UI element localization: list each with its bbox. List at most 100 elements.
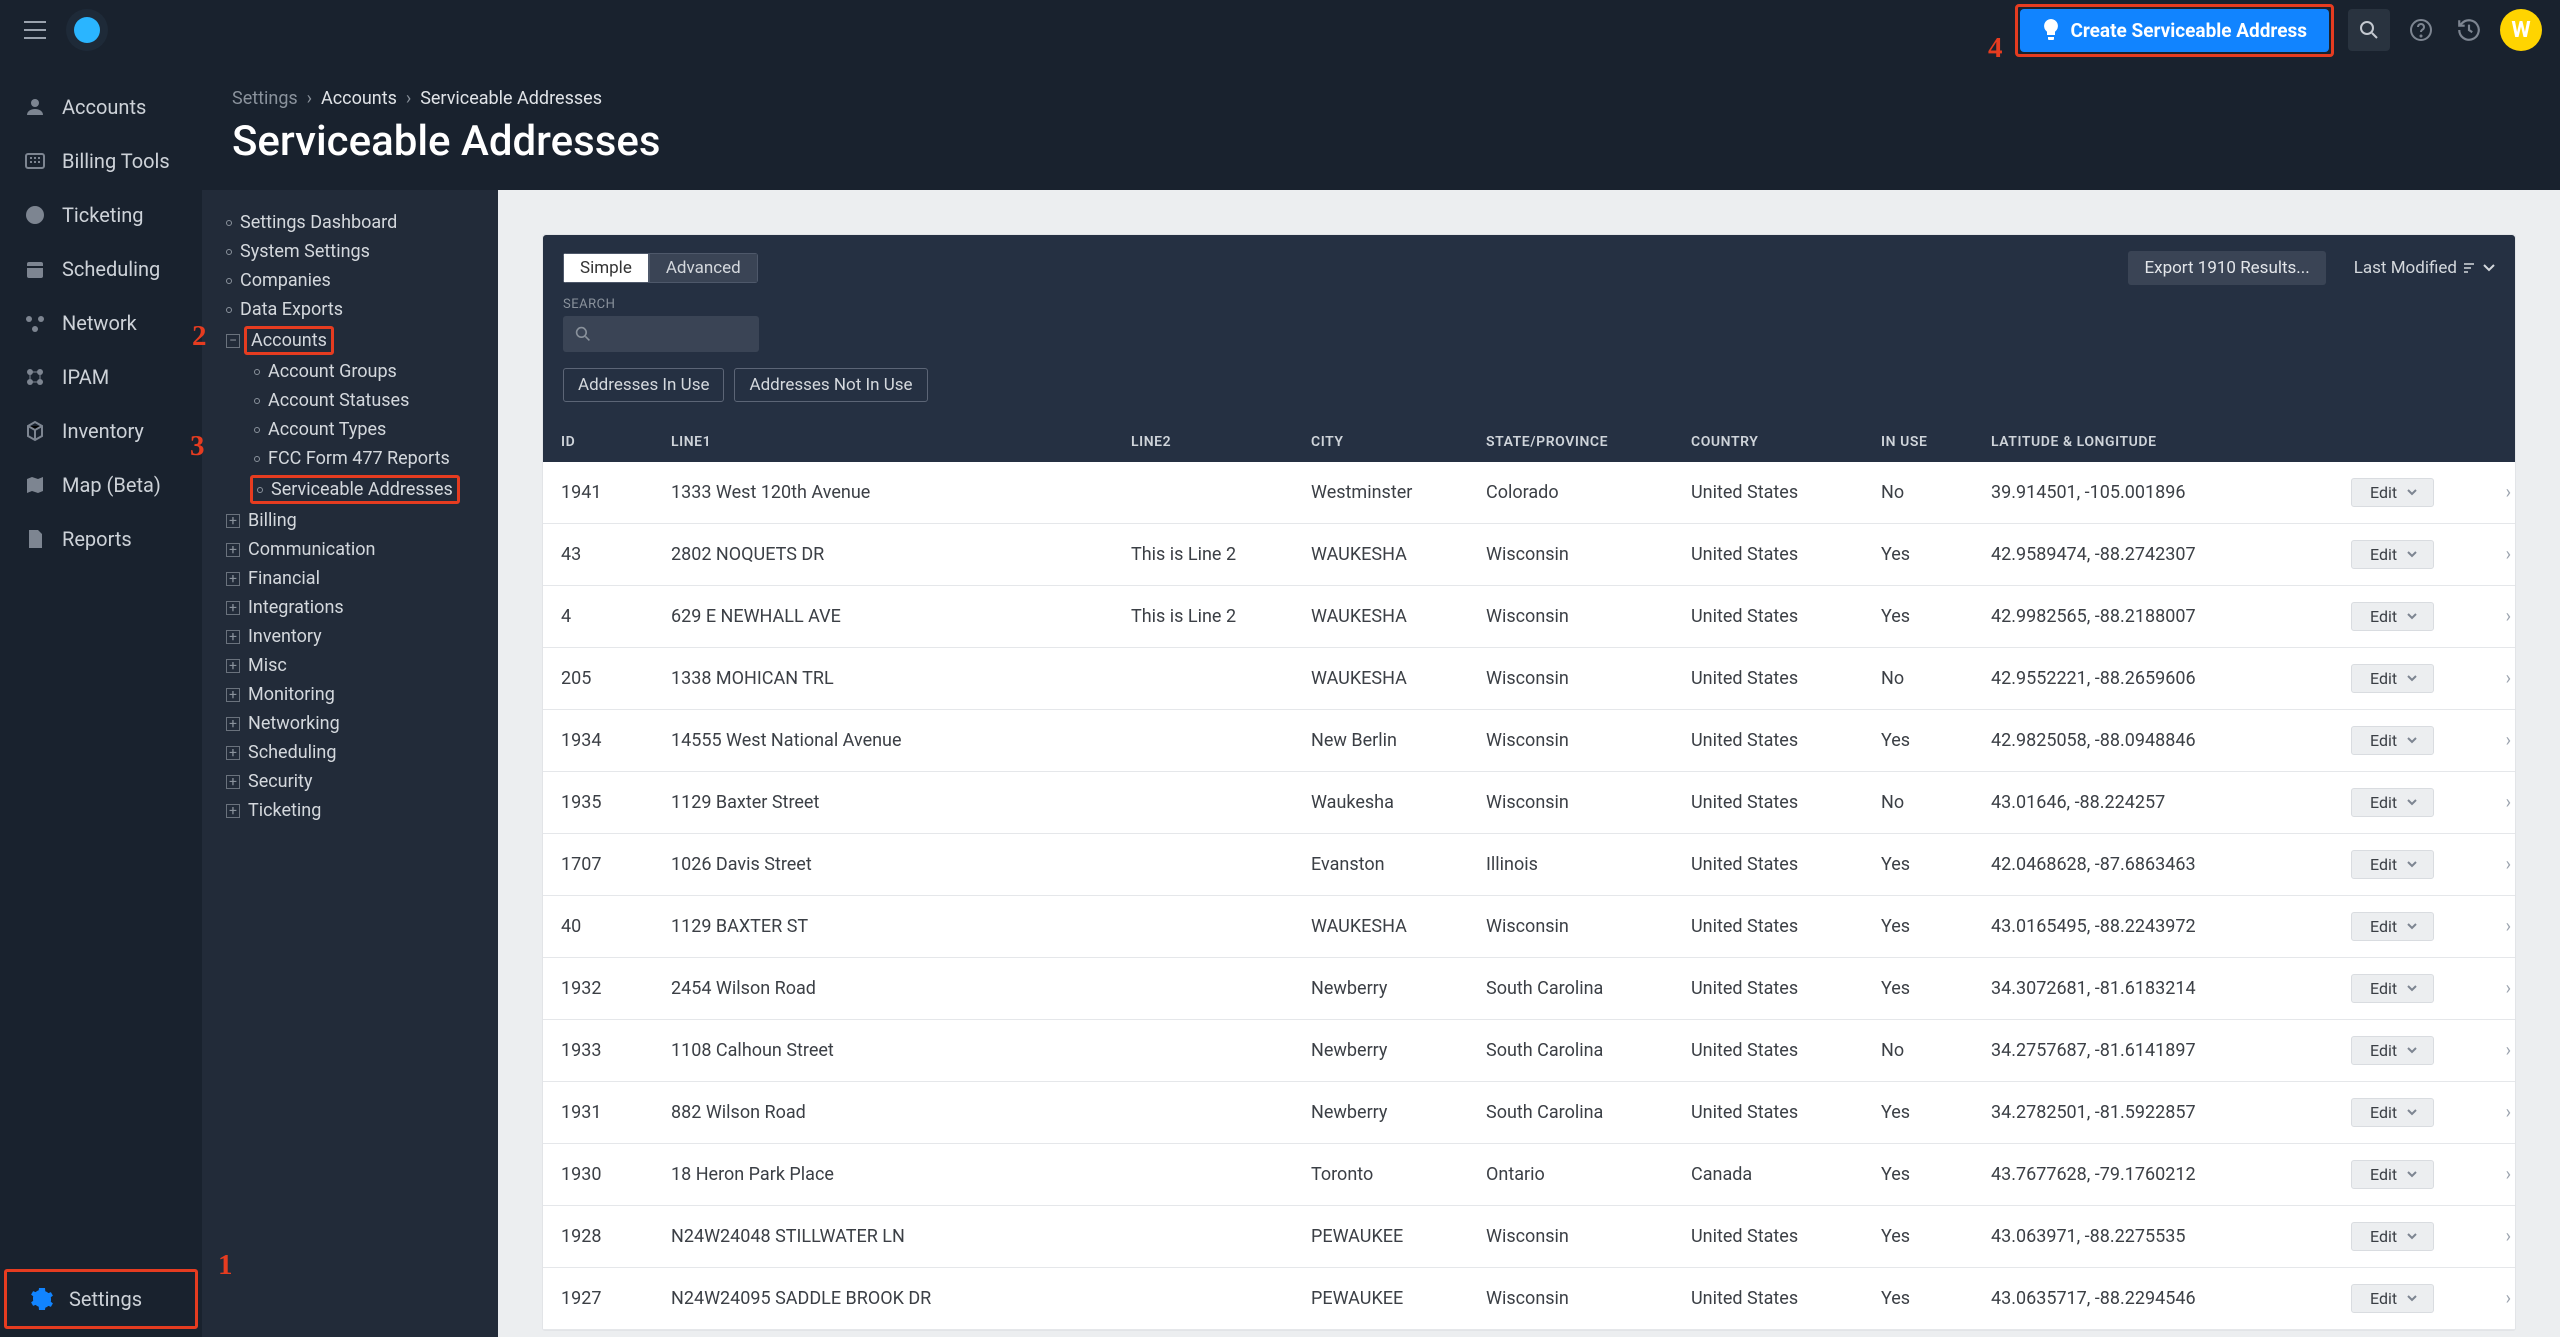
subnav-item[interactable]: Data Exports <box>218 295 482 324</box>
search-button[interactable] <box>2348 9 2390 51</box>
subnav-item[interactable]: +Networking <box>218 709 482 738</box>
subnav-item[interactable]: Companies <box>218 266 482 295</box>
edit-button[interactable]: Edit <box>2351 1222 2434 1251</box>
sidebar-item-billing[interactable]: Billing Tools <box>0 134 202 188</box>
subnav-item[interactable]: +Monitoring <box>218 680 482 709</box>
search-input[interactable] <box>563 316 759 352</box>
expand-icon[interactable]: + <box>226 630 240 644</box>
col-line1[interactable]: LINE1 <box>671 434 1131 450</box>
breadcrumb-settings[interactable]: Settings <box>232 88 298 109</box>
table-row[interactable]: 401129 BAXTER STWAUKESHAWisconsinUnited … <box>543 896 2515 958</box>
subnav-item[interactable]: System Settings <box>218 237 482 266</box>
subnav-item[interactable]: +Integrations <box>218 593 482 622</box>
expand-icon[interactable]: + <box>226 514 240 528</box>
sort-dropdown[interactable]: Last Modified <box>2354 258 2495 278</box>
col-state[interactable]: STATE/PROVINCE <box>1486 434 1691 450</box>
edit-button[interactable]: Edit <box>2351 1284 2434 1313</box>
expand-icon[interactable]: + <box>226 804 240 818</box>
subnav-item[interactable]: +Misc <box>218 651 482 680</box>
table-row[interactable]: 1931882 Wilson RoadNewberrySouth Carolin… <box>543 1082 2515 1144</box>
breadcrumb-accounts[interactable]: Accounts <box>321 88 397 109</box>
edit-button[interactable]: Edit <box>2351 664 2434 693</box>
subnav-sub-item[interactable]: Serviceable Addresses <box>218 473 482 506</box>
subnav-item[interactable]: +Ticketing <box>218 796 482 825</box>
edit-button[interactable]: Edit <box>2351 602 2434 631</box>
export-results-button[interactable]: Export 1910 Results... <box>2128 251 2325 285</box>
subnav-item[interactable]: +Scheduling <box>218 738 482 767</box>
edit-button[interactable]: Edit <box>2351 478 2434 507</box>
sidebar-item-inventory[interactable]: Inventory <box>0 404 202 458</box>
row-expand[interactable]: › <box>2471 978 2511 999</box>
edit-button[interactable]: Edit <box>2351 912 2434 941</box>
row-expand[interactable]: › <box>2471 668 2511 689</box>
subnav-sub-item[interactable]: FCC Form 477 Reports <box>218 444 482 473</box>
row-expand[interactable]: › <box>2471 1102 2511 1123</box>
expand-icon[interactable]: + <box>226 659 240 673</box>
col-id[interactable]: ID <box>561 434 671 450</box>
row-expand[interactable]: › <box>2471 1288 2511 1309</box>
subnav-item[interactable]: +Billing <box>218 506 482 535</box>
edit-button[interactable]: Edit <box>2351 850 2434 879</box>
col-line2[interactable]: LINE2 <box>1131 434 1311 450</box>
subnav-sub-item[interactable]: Account Groups <box>218 357 482 386</box>
sidebar-item-ipam[interactable]: IPAM <box>0 350 202 404</box>
table-row[interactable]: 193414555 West National AvenueNew Berlin… <box>543 710 2515 772</box>
subnav-item[interactable]: +Financial <box>218 564 482 593</box>
filter-addresses-not-in-use[interactable]: Addresses Not In Use <box>734 368 927 402</box>
expand-icon[interactable]: + <box>226 572 240 586</box>
table-row[interactable]: 19322454 Wilson RoadNewberrySouth Caroli… <box>543 958 2515 1020</box>
history-button[interactable] <box>2452 13 2486 47</box>
edit-button[interactable]: Edit <box>2351 726 2434 755</box>
logo[interactable] <box>66 9 108 51</box>
table-row[interactable]: 193018 Heron Park PlaceTorontoOntarioCan… <box>543 1144 2515 1206</box>
subnav-sub-item[interactable]: Account Statuses <box>218 386 482 415</box>
row-expand[interactable]: › <box>2471 730 2511 751</box>
filter-addresses-in-use[interactable]: Addresses In Use <box>563 368 724 402</box>
avatar[interactable]: W <box>2500 9 2542 51</box>
edit-button[interactable]: Edit <box>2351 1036 2434 1065</box>
sidebar-item-calendar[interactable]: Scheduling <box>0 242 202 296</box>
table-row[interactable]: 1928N24W24048 STILLWATER LNPEWAUKEEWisco… <box>543 1206 2515 1268</box>
help-button[interactable] <box>2404 13 2438 47</box>
row-expand[interactable]: › <box>2471 1226 2511 1247</box>
row-expand[interactable]: › <box>2471 544 2511 565</box>
row-expand[interactable]: › <box>2471 916 2511 937</box>
create-serviceable-address-button[interactable]: Create Serviceable Address <box>2020 9 2329 52</box>
collapse-icon[interactable]: − <box>226 334 240 348</box>
subnav-item[interactable]: +Communication <box>218 535 482 564</box>
table-row[interactable]: 4629 E NEWHALL AVEThis is Line 2WAUKESHA… <box>543 586 2515 648</box>
table-row[interactable]: 19351129 Baxter StreetWaukeshaWisconsinU… <box>543 772 2515 834</box>
expand-icon[interactable]: + <box>226 746 240 760</box>
sidebar-item-settings[interactable]: Settings <box>7 1272 195 1326</box>
subnav-item[interactable]: Settings Dashboard <box>218 208 482 237</box>
col-inuse[interactable]: IN USE <box>1881 434 1991 450</box>
subnav-sub-item[interactable]: Account Types <box>218 415 482 444</box>
edit-button[interactable]: Edit <box>2351 540 2434 569</box>
edit-button[interactable]: Edit <box>2351 1160 2434 1189</box>
hamburger-menu-button[interactable] <box>18 13 52 47</box>
subnav-item[interactable]: +Security <box>218 767 482 796</box>
table-row[interactable]: 19331108 Calhoun StreetNewberrySouth Car… <box>543 1020 2515 1082</box>
row-expand[interactable]: › <box>2471 606 2511 627</box>
expand-icon[interactable]: + <box>226 688 240 702</box>
sidebar-item-reports[interactable]: Reports <box>0 512 202 566</box>
col-country[interactable]: COUNTRY <box>1691 434 1881 450</box>
sidebar-item-ticket[interactable]: Ticketing <box>0 188 202 242</box>
sidebar-item-accounts[interactable]: Accounts <box>0 80 202 134</box>
sidebar-item-map[interactable]: Map (Beta) <box>0 458 202 512</box>
row-expand[interactable]: › <box>2471 1164 2511 1185</box>
row-expand[interactable]: › <box>2471 792 2511 813</box>
sidebar-item-network[interactable]: Network <box>0 296 202 350</box>
table-row[interactable]: 1927N24W24095 SADDLE BROOK DRPEWAUKEEWis… <box>543 1268 2515 1330</box>
expand-icon[interactable]: + <box>226 775 240 789</box>
tab-simple[interactable]: Simple <box>563 253 649 283</box>
row-expand[interactable]: › <box>2471 1040 2511 1061</box>
subnav-accounts[interactable]: − Accounts <box>218 324 482 357</box>
table-row[interactable]: 432802 NOQUETS DRThis is Line 2WAUKESHAW… <box>543 524 2515 586</box>
row-expand[interactable]: › <box>2471 482 2511 503</box>
tab-advanced[interactable]: Advanced <box>649 253 758 283</box>
table-row[interactable]: 2051338 MOHICAN TRLWAUKESHAWisconsinUnit… <box>543 648 2515 710</box>
row-expand[interactable]: › <box>2471 854 2511 875</box>
edit-button[interactable]: Edit <box>2351 788 2434 817</box>
col-latlon[interactable]: LATITUDE & LONGITUDE <box>1991 434 2351 450</box>
